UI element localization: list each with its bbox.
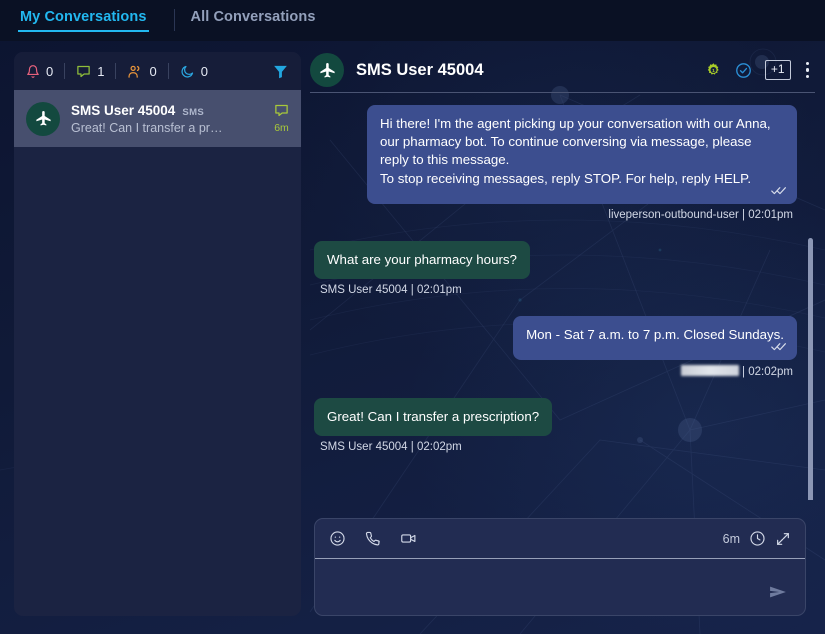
message-bubble: Great! Can I transfer a prescription? [314, 398, 553, 437]
filter-divider [115, 63, 117, 79]
meta-separator: | [742, 208, 746, 221]
add-participant-button[interactable]: +1 [764, 60, 791, 80]
tab-all-conversations[interactable]: All Conversations [189, 9, 318, 32]
people-icon [127, 64, 143, 79]
composer-toolbar: 6m [315, 519, 805, 559]
message-text: Great! Can I transfer a prescription? [327, 409, 540, 425]
airplane-icon [319, 62, 335, 78]
video-icon[interactable] [399, 530, 418, 547]
meta-separator: | [742, 366, 746, 379]
message-time: 02:01pm [416, 284, 462, 297]
more-options-icon[interactable] [804, 60, 812, 81]
message-text: Mon - Sat 7 a.m. to 7 p.m. Closed Sunday… [526, 327, 784, 343]
read-receipt-icon [771, 338, 787, 356]
bell-icon [26, 64, 40, 79]
tab-all-conversations-label: All Conversations [190, 9, 316, 25]
message-time: 02:02pm [748, 366, 793, 379]
message-row: Hi there! I'm the agent picking up your … [314, 105, 797, 235]
tab-divider [174, 9, 175, 31]
filter-divider [167, 63, 169, 79]
list-item-preview: Great! Can I transfer a pr… [71, 120, 223, 135]
send-icon[interactable] [765, 582, 791, 602]
messaging-app-window: My Conversations All Conversations 0 1 0… [0, 0, 825, 634]
message-text: Hi there! I'm the agent picking up your … [380, 116, 771, 186]
message-row: Great! Can I transfer a prescription? SM… [314, 398, 797, 467]
emoji-icon[interactable] [329, 530, 346, 547]
message-list: Hi there! I'm the agent picking up your … [310, 93, 815, 500]
filter-alerts-count: 0 [46, 63, 54, 79]
message-time: 02:02pm [416, 441, 462, 454]
list-item[interactable]: SMS User 45004 SMS Great! Can I transfer… [14, 90, 301, 147]
clock-icon[interactable] [749, 530, 766, 547]
phone-icon[interactable] [364, 530, 381, 547]
message-row: What are your pharmacy hours? SMS User 4… [314, 240, 797, 310]
read-receipt-icon [771, 182, 787, 200]
meta-separator: | [410, 441, 414, 454]
meta-separator: | [410, 284, 414, 297]
svg-text:1: 1 [712, 67, 715, 73]
list-item-text: SMS User 45004 SMS Great! Can I transfer… [71, 103, 263, 135]
check-circle-icon[interactable] [735, 62, 752, 79]
message-bubble: Hi there! I'm the agent picking up your … [367, 105, 797, 204]
filter-bar: 0 1 0 0 [14, 52, 301, 90]
moon-icon [180, 64, 195, 79]
airplane-icon [35, 110, 51, 126]
page-title: SMS User 45004 [356, 60, 484, 79]
filter-agents[interactable]: 0 [127, 63, 157, 79]
message-meta: SMS User 45004 | 02:01pm [320, 284, 462, 296]
list-item-status: 6m [274, 103, 289, 134]
list-item-time: 6m [274, 122, 289, 134]
message-time: 02:01pm [748, 208, 793, 221]
filter-away[interactable]: 0 [180, 64, 208, 79]
avatar [26, 101, 60, 136]
message-list-scrollbar[interactable] [808, 238, 813, 500]
list-item-name: SMS User 45004 [71, 102, 176, 118]
header-actions: 1 +1 [705, 60, 811, 81]
chat-bubble-icon [76, 64, 91, 79]
message-bubble: What are your pharmacy hours? [314, 240, 530, 280]
message-meta: | 02:02pm [680, 365, 793, 379]
filter-away-count: 0 [200, 63, 208, 79]
list-item-channel-badge: SMS [182, 106, 205, 118]
message-text: What are your pharmacy hours? [327, 251, 517, 267]
conversation-list-panel: 0 1 0 0 SMS User 45004 SMS Great! Can I … [14, 52, 301, 616]
filter-alerts[interactable]: 0 [26, 64, 53, 79]
message-row: Mon - Sat 7 a.m. to 7 p.m. Closed Sunday… [314, 316, 797, 392]
filter-funnel-icon[interactable] [272, 63, 289, 80]
tab-my-conversations[interactable]: My Conversations [18, 9, 149, 32]
gear-icon[interactable]: 1 [705, 62, 722, 79]
message-sender: SMS User 45004 [320, 441, 408, 454]
message-composer: 6m [314, 518, 806, 616]
composer-input-area[interactable] [315, 559, 805, 614]
message-meta: SMS User 45004 | 02:02pm [320, 441, 462, 453]
chat-bubble-icon [274, 103, 289, 118]
filter-open-chats[interactable]: 1 [76, 64, 104, 79]
avatar [310, 53, 344, 87]
filter-divider [64, 63, 66, 79]
conversation-header: SMS User 45004 1 +1 [310, 48, 815, 93]
filter-agents-count: 0 [149, 63, 157, 79]
tab-my-conversations-label: My Conversations [20, 9, 147, 25]
conversation-panel: SMS User 45004 1 +1 Hi there! I'm the ag… [310, 48, 815, 618]
redacted-sender [680, 365, 739, 377]
composer-timer: 6m [722, 531, 740, 546]
filter-open-chats-count: 1 [97, 63, 105, 79]
message-meta: liveperson-outbound-user | 02:01pm [608, 209, 793, 221]
message-sender: liveperson-outbound-user [608, 208, 739, 221]
message-bubble: Mon - Sat 7 a.m. to 7 p.m. Closed Sunday… [513, 316, 797, 361]
expand-icon[interactable] [775, 531, 791, 547]
message-sender: SMS User 45004 [320, 284, 408, 297]
top-tab-bar: My Conversations All Conversations [0, 0, 825, 41]
